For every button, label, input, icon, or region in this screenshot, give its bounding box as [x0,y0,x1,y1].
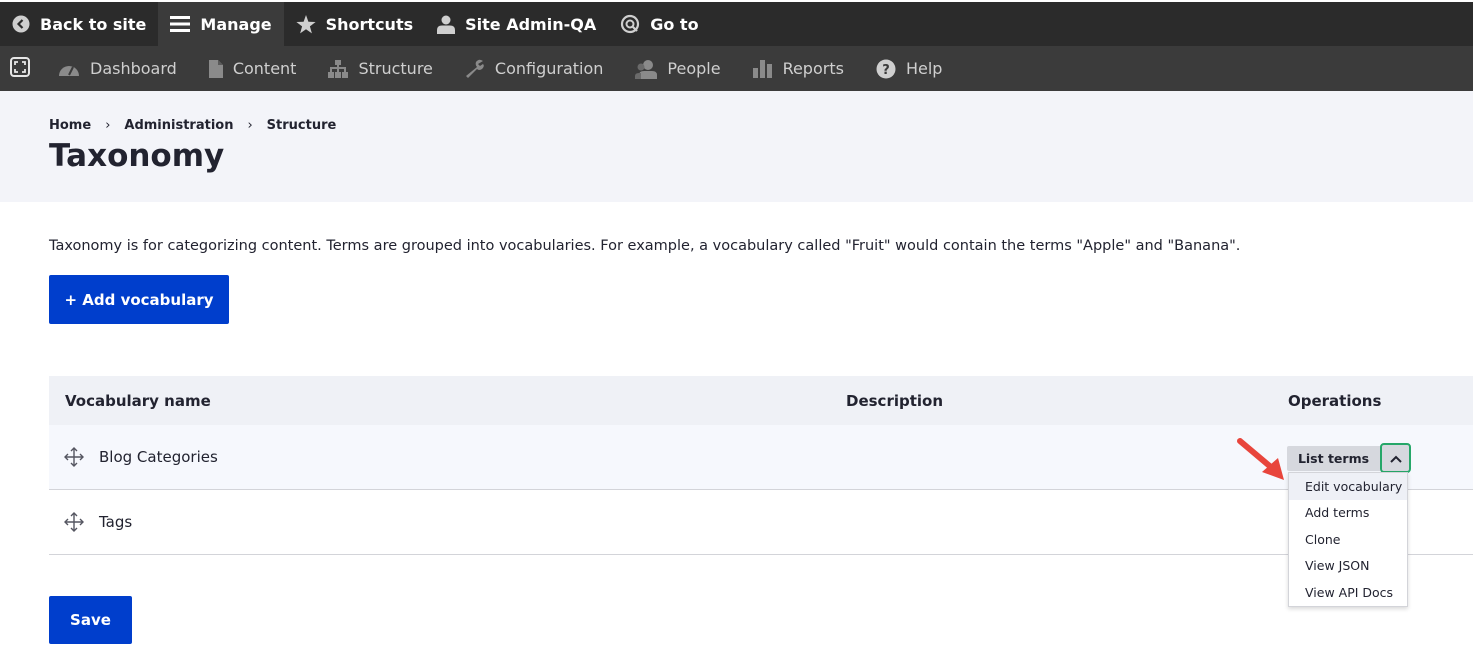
chevron-left-circle-icon [12,15,30,33]
tray-item-dashboard[interactable]: Dashboard [40,46,191,91]
save-button[interactable]: Save [49,596,132,644]
tray-item-people[interactable]: People [617,46,734,91]
column-header-operations: Operations [1288,391,1382,410]
wrench-icon [465,59,485,79]
breadcrumb-structure[interactable]: Structure [267,118,337,133]
tray-label-help: Help [905,59,943,78]
shortcuts-tab[interactable]: Shortcuts [284,2,426,46]
goto-label: Go to [650,14,699,34]
tray-label-reports: Reports [782,59,844,78]
tray-item-reports[interactable]: Reports [735,46,858,91]
tray-label-content: Content [232,59,297,78]
breadcrumb-administration[interactable]: Administration [124,118,233,133]
tray-label-configuration: Configuration [494,59,604,78]
back-to-site-label: Back to site [40,14,147,34]
column-header-name: Vocabulary name [65,391,211,410]
tray-label-people: People [667,59,721,78]
tray-label-dashboard: Dashboard [90,59,177,78]
tray-label-structure: Structure [358,59,433,78]
help-icon: ? [876,59,896,79]
operations-dropbutton: List terms [1287,443,1411,473]
people-icon [635,59,658,79]
user-icon [437,15,456,34]
intro-text: Taxonomy is for categorizing content. Te… [49,238,1241,254]
document-icon [208,59,223,78]
tray-item-structure[interactable]: Structure [310,46,446,91]
dashboard-icon [58,61,80,77]
chevron-up-icon [1389,449,1403,468]
vocabulary-name[interactable]: Tags [99,513,132,531]
dropbutton-toggle[interactable] [1380,443,1411,473]
tray-toggle-button[interactable] [0,46,40,91]
vocabulary-name[interactable]: Blog Categories [99,448,218,466]
back-to-site-link[interactable]: Back to site [0,2,158,46]
frame-toggle-icon [10,56,30,81]
add-vocabulary-button[interactable]: + Add vocabulary [49,275,229,324]
menu-item-add-terms[interactable]: Add terms [1289,500,1407,527]
page-header: Home › Administration › Structure Taxono… [0,91,1473,202]
menu-item-edit-vocabulary[interactable]: Edit vocabulary [1289,473,1407,500]
goto-tab[interactable]: Go to [608,2,710,46]
manage-tab[interactable]: Manage [158,2,284,46]
admin-toolbar: Back to site Manage Shortcuts Site Admin… [0,2,1473,46]
svg-text:?: ? [882,63,890,78]
user-tab[interactable]: Site Admin-QA [425,2,608,46]
structure-icon [328,59,349,78]
table-row: Tags [49,490,1473,555]
shortcuts-label: Shortcuts [325,14,414,34]
breadcrumb-separator: › [247,118,253,133]
manage-label: Manage [200,14,272,34]
tray-item-content[interactable]: Content [191,46,311,91]
star-icon [296,14,316,34]
list-terms-button[interactable]: List terms [1287,446,1380,471]
menu-item-view-json[interactable]: View JSON [1289,553,1407,580]
breadcrumb-home[interactable]: Home [49,118,91,133]
admin-tray: Dashboard Content Structure Configuratio… [0,46,1473,91]
menu-item-view-api-docs[interactable]: View API Docs [1289,579,1407,606]
annotation-arrow-icon [1237,438,1284,480]
table-header: Vocabulary name Description Operations [49,376,1473,425]
hamburger-icon [170,15,191,33]
drag-handle-icon[interactable] [64,447,84,467]
breadcrumb: Home › Administration › Structure [49,118,336,133]
tray-item-configuration[interactable]: Configuration [447,46,618,91]
drag-handle-icon[interactable] [64,512,84,532]
user-label: Site Admin-QA [465,14,597,34]
column-header-description: Description [846,391,944,410]
operations-menu: Edit vocabulary Add terms Clone View JSO… [1288,472,1408,607]
goto-icon [620,14,640,34]
tray-item-help[interactable]: ? Help [858,46,956,91]
bar-chart-icon [752,59,773,78]
breadcrumb-separator: › [105,118,111,133]
page-title: Taxonomy [49,138,225,174]
menu-item-clone[interactable]: Clone [1289,526,1407,553]
